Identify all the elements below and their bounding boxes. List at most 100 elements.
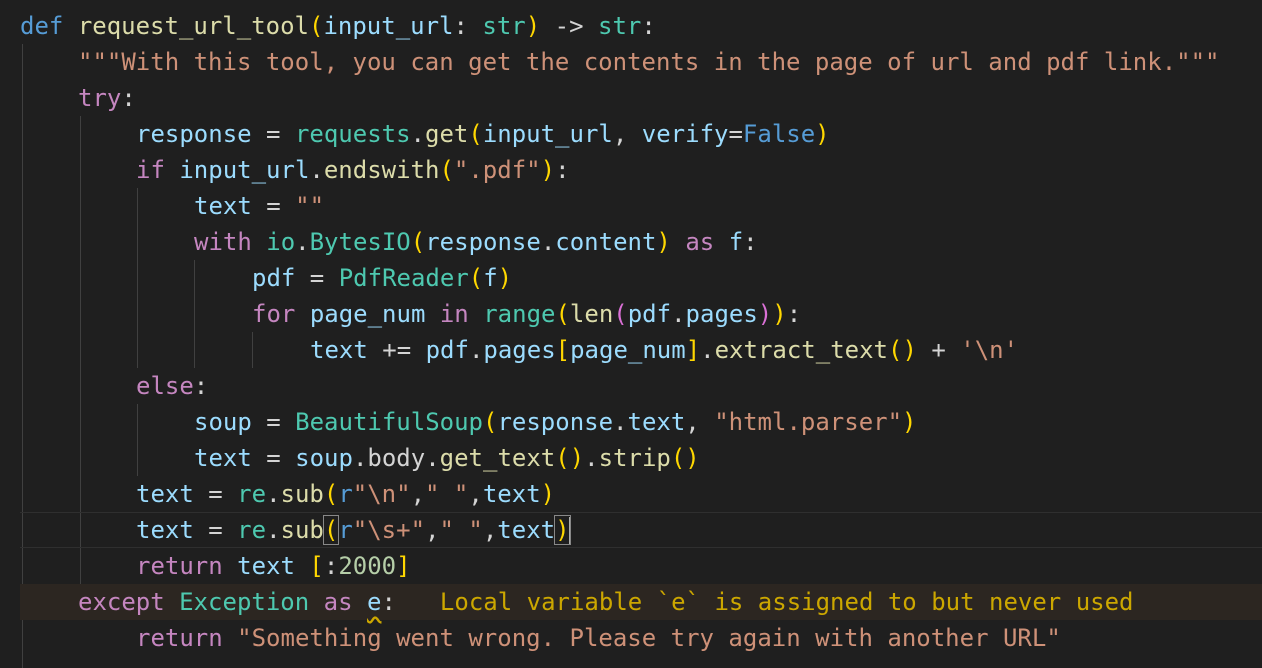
identifier: input_url [482,120,613,148]
code-line-8[interactable]: pdf = PdfReader(f) [252,260,512,296]
string: ".pdf" [453,156,541,184]
token: , [410,480,426,508]
token: . [468,336,484,364]
token: . [266,480,281,508]
inline-diagnostic: Local variable `e` is assigned to but ne… [439,588,1134,616]
indent-guide [252,332,253,368]
token: = [251,444,296,472]
token: = [193,480,238,508]
token: . [613,408,628,436]
keyword-as: as [685,228,715,256]
paren: () [670,444,700,472]
code-line-13[interactable]: text = soup.body.get_text().strip() [194,440,700,476]
code-line-17[interactable]: except Exception as e: Local variable `e`… [20,584,1262,620]
code-line-14[interactable]: text = re.sub(r"\n"," ",text) [136,476,555,512]
call: get_text [439,444,556,472]
indent-guide [194,260,195,368]
number: 2000 [338,552,397,580]
code-line-5[interactable]: if input_url.endswith(".pdf"): [136,152,570,188]
identifier: pdf [425,336,469,364]
code-line-10[interactable]: text += pdf.pages[page_num].extract_text… [310,332,1018,368]
paren: ( [613,300,628,328]
code-line-9[interactable]: for page_num in range(len(pdf.pages)): [252,296,801,332]
code-line-2[interactable]: """With this tool, you can get the conte… [78,44,1220,80]
string: "" [295,192,325,220]
identifier: response [497,408,614,436]
keyword-with: with [194,228,252,256]
docstring: """With this tool, you can get the conte… [78,48,1220,76]
identifier: pdf [252,264,296,292]
token: , [685,408,715,436]
token: : [323,552,339,580]
string-prefix: r [338,516,353,544]
token: : [381,588,396,616]
paren: ( [483,408,498,436]
keyword-try: try [78,84,122,112]
call: sub [280,516,324,544]
keyword-if: if [136,156,165,184]
identifier: pages [685,300,758,328]
keyword-def: def [20,12,64,40]
identifier: text [136,516,194,544]
token: = [295,264,339,292]
token: + [916,336,961,364]
code-line-7[interactable]: with io.BytesIO(response.content) as f: [194,224,758,260]
paren: ( [410,228,426,256]
identifier: text [237,552,295,580]
paren: ( [439,156,454,184]
code-line-4[interactable]: response = requests.get(input_url, verif… [136,116,830,152]
code-line-3[interactable]: try: [78,80,136,116]
code-editor[interactable]: def request_url_tool(input_url: str) -> … [0,0,1262,668]
identifier: verify [641,120,729,148]
bracket: [ [555,336,571,364]
token: : [121,84,136,112]
code-line-15[interactable]: text = re.sub(r"\s+"," ",text) [136,512,571,548]
identifier: soup [194,408,252,436]
string: "html.parser" [714,408,903,436]
bracket: ] [685,336,701,364]
string: "Something went wrong. Please try again … [237,624,1061,652]
keyword-in: in [439,300,469,328]
arrow: -> [540,12,599,40]
token: . [540,228,556,256]
identifier: f [728,228,744,256]
code-line-11[interactable]: else: [136,368,208,404]
builtin: range [483,300,556,328]
token: , [482,516,498,544]
code-line-16[interactable]: return text [:2000] [136,548,411,584]
string: "\n" [352,480,411,508]
identifier: soup [295,444,353,472]
token: , [425,516,440,544]
indent-guide [22,44,23,668]
paren: ( [468,120,483,148]
identifier: text [194,444,252,472]
bracket: ] [396,552,411,580]
call: len [569,300,614,328]
code-line-1[interactable]: def request_url_tool(input_url: str) -> … [20,8,656,44]
code-line-12[interactable]: soup = BeautifulSoup(response.text, "htm… [194,404,917,440]
string: "\s+" [352,516,426,544]
string: " " [439,516,483,544]
keyword-except: except [78,588,165,616]
paren: ) [902,408,917,436]
keyword-return: return [136,552,223,580]
code-line-18[interactable]: return "Something went wrong. Please try… [136,620,1061,656]
paren: ) [525,12,541,40]
class: BytesIO [309,228,411,256]
token: . [410,120,425,148]
token: = [251,408,296,436]
token: = [193,516,238,544]
token: = [728,120,743,148]
unused-variable[interactable]: e [367,588,381,616]
code-line-6[interactable]: text = "" [194,188,324,224]
matched-bracket: ( [322,515,340,545]
bracket: [ [309,552,324,580]
identifier: text [194,192,252,220]
function-name: request_url_tool [77,12,309,40]
token: . [584,444,599,472]
token: . [700,336,715,364]
